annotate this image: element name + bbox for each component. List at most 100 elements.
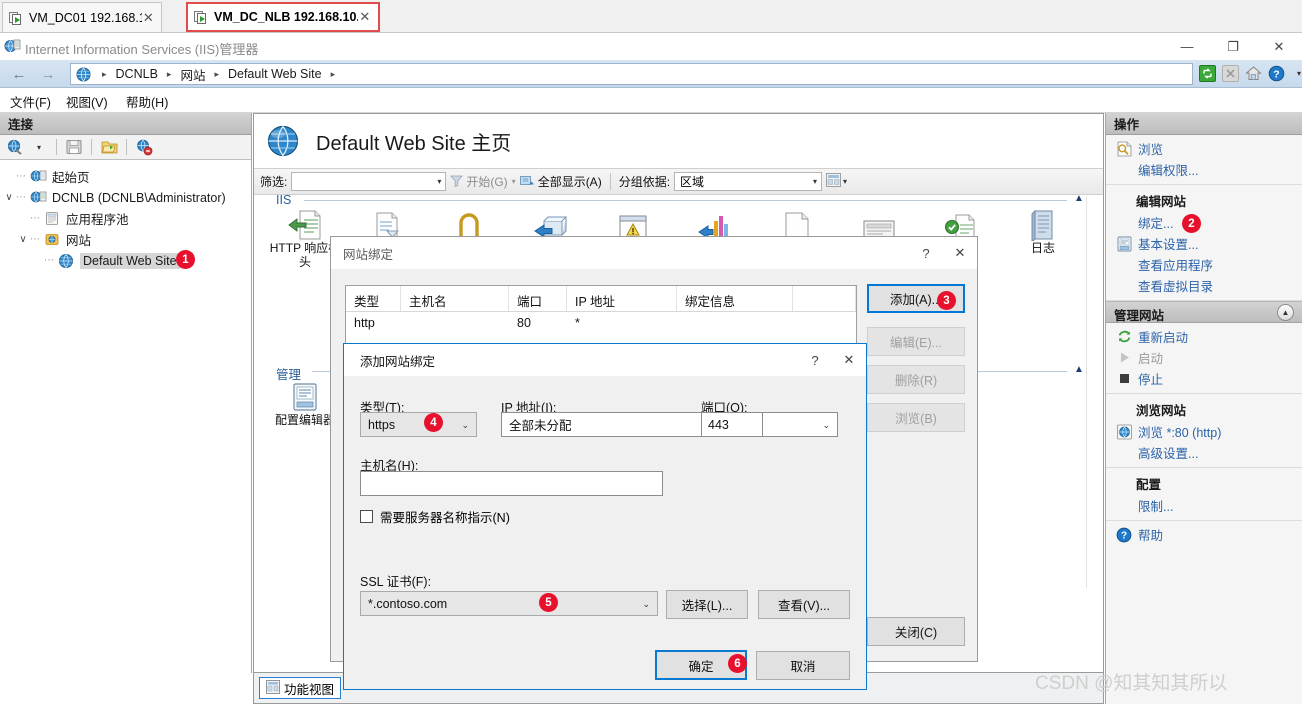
column-header-hostname[interactable]: 主机名 — [401, 286, 509, 311]
filter-input[interactable]: ▾ — [291, 172, 446, 191]
help-button[interactable]: ? — [798, 344, 832, 376]
tree-item-start-page[interactable]: ⋯ 起始页 — [0, 166, 251, 187]
action-browse-http[interactable]: 浏览 *:80 (http) — [1106, 421, 1302, 442]
view-certificate-button[interactable]: 查看(V)... — [758, 590, 850, 619]
close-icon[interactable]: ✕ — [358, 9, 372, 25]
view-mode-button[interactable]: ▾ — [826, 173, 847, 190]
action-label: 浏览 — [1138, 139, 1163, 158]
forward-button[interactable]: → — [33, 64, 63, 85]
collapse-group-management-icon[interactable]: ▲ — [1074, 364, 1084, 375]
actions-group-title: 浏览网站 — [1106, 397, 1302, 421]
ssl-certificate-select[interactable]: *.contoso.com ⌄ — [360, 591, 658, 616]
table-row[interactable]: http 80 * — [346, 312, 856, 336]
open-site-icon[interactable] — [98, 137, 120, 157]
back-button[interactable]: ← — [4, 64, 34, 85]
binding-type-select[interactable]: https ⌄ — [360, 412, 477, 437]
chevron-down-icon[interactable]: ∨ — [16, 234, 30, 245]
menu-view[interactable]: 视图(V) — [66, 92, 108, 111]
menu-file[interactable]: 文件(F) — [10, 92, 51, 111]
action-advanced-settings[interactable]: 高级设置... — [1106, 442, 1302, 463]
watermark: CSDN @知其知其所以 — [1035, 668, 1227, 695]
column-header-ip[interactable]: IP 地址 — [567, 286, 677, 311]
column-header-type[interactable]: 类型 — [346, 286, 401, 311]
window-close-button[interactable]: ✕ — [1256, 33, 1302, 60]
disconnect-icon[interactable] — [133, 137, 155, 157]
maximize-button[interactable]: ❐ — [1210, 33, 1256, 60]
actions-header: 操作 — [1106, 113, 1302, 135]
select-certificate-button[interactable]: 选择(L)... — [666, 590, 748, 619]
step-badge-3: 3 — [937, 291, 956, 310]
actions-group-manage-site: 重新启动 启动 停止 — [1106, 323, 1302, 394]
sni-checkbox-row[interactable]: 需要服务器名称指示(N) — [360, 507, 510, 526]
minimize-button[interactable]: — — [1164, 33, 1210, 60]
browse-icon — [1114, 140, 1134, 157]
tree-item-app-pools[interactable]: ⋯ 应用程序池 — [0, 208, 251, 229]
column-header-binding-info[interactable]: 绑定信息 — [677, 286, 793, 311]
chevron-down-icon[interactable]: ▾ — [512, 177, 516, 186]
column-header-port[interactable]: 端口 — [509, 286, 567, 311]
close-icon[interactable]: ✕ — [832, 344, 866, 376]
chevron-down-icon[interactable]: ▾ — [28, 137, 50, 157]
breadcrumb-item-sites[interactable]: 网站 — [178, 65, 207, 84]
help-icon[interactable]: ? — [1266, 63, 1286, 83]
chevron-down-icon[interactable]: ▾ — [437, 177, 441, 186]
cancel-button[interactable]: 取消 — [756, 651, 850, 680]
breadcrumb-item-site[interactable]: Default Web Site — [226, 67, 324, 81]
menu-help[interactable]: 帮助(H) — [126, 92, 168, 111]
site-bindings-dialog-titlebar-buttons: ? ✕ — [909, 237, 977, 269]
hostname-input[interactable] — [360, 471, 663, 496]
chevron-down-icon[interactable]: ▾ — [1289, 63, 1302, 83]
collapse-group-iis-icon[interactable]: ▲ — [1074, 195, 1084, 204]
chevron-down-icon[interactable]: ∨ — [2, 192, 16, 203]
connections-pane: 连接 ▾ ⋯ 起始页 ∨ ⋯ — [0, 113, 252, 704]
chevron-down-icon[interactable]: ▾ — [813, 177, 817, 186]
ip-address-select[interactable]: 全部未分配 ⌄ — [501, 412, 838, 437]
add-site-binding-titlebar-buttons: ? ✕ — [798, 344, 866, 376]
chevron-down-icon[interactable]: ⌄ — [461, 420, 469, 431]
home-icon[interactable] — [1243, 63, 1263, 83]
action-limits[interactable]: 限制... — [1106, 495, 1302, 516]
action-edit-permissions[interactable]: 编辑权限... — [1106, 159, 1302, 180]
step-badge-4: 4 — [424, 413, 443, 432]
vm-tab-2[interactable]: VM_DC_NLB 192.168.10.10 ✕ — [186, 2, 380, 32]
vm-tab-1[interactable]: VM_DC01 192.168.10.1 ✕ — [2, 2, 162, 32]
close-bindings-button[interactable]: 关闭(C) — [867, 617, 965, 646]
collapse-toggle-icon[interactable]: ▲ — [1277, 304, 1294, 321]
action-browse[interactable]: 浏览 — [1106, 138, 1302, 159]
help-button[interactable]: ? — [909, 237, 943, 269]
tree-item-label: 应用程序池 — [66, 209, 129, 228]
show-all-icon — [520, 174, 535, 190]
filter-go-button[interactable]: 开始(G) — [450, 173, 507, 190]
action-view-applications[interactable]: 查看应用程序 — [1106, 254, 1302, 275]
refresh-icon[interactable] — [1197, 63, 1217, 83]
chevron-down-icon[interactable]: ▾ — [843, 177, 847, 186]
ssl-certificate-value: *.contoso.com — [368, 597, 447, 611]
tree-item-sites[interactable]: ∨ ⋯ 网站 — [0, 229, 251, 250]
feature-logs[interactable]: 日志 — [1006, 207, 1080, 255]
action-label: 限制... — [1138, 496, 1173, 515]
chevron-down-icon[interactable]: ⌄ — [642, 599, 650, 610]
website-globe-icon — [58, 253, 76, 269]
tree-item-default-web-site[interactable]: ⋯ Default Web Site — [0, 250, 251, 271]
action-stop[interactable]: 停止 — [1106, 368, 1302, 389]
breadcrumb-item-server[interactable]: DCNLB — [114, 67, 160, 81]
action-bindings[interactable]: 绑定... — [1106, 212, 1302, 233]
group-by-select[interactable]: 区域 ▾ — [674, 172, 822, 191]
action-view-virtual-directories[interactable]: 查看虚拟目录 — [1106, 275, 1302, 296]
connect-icon[interactable] — [4, 137, 26, 157]
tab-features-view[interactable]: 功能视图 — [259, 677, 341, 699]
breadcrumb[interactable]: ▸ DCNLB ▸ 网站 ▸ Default Web Site ▸ — [70, 63, 1193, 85]
action-basic-settings[interactable]: 基本设置... — [1106, 233, 1302, 254]
action-help[interactable]: ? 帮助 — [1106, 524, 1302, 545]
close-icon[interactable]: ✕ — [943, 237, 977, 269]
show-all-button[interactable]: 全部显示(A) — [520, 173, 602, 190]
close-icon[interactable]: ✕ — [142, 10, 155, 26]
content-scrollbar[interactable] — [1086, 196, 1103, 588]
port-input[interactable]: 443 — [701, 412, 763, 437]
start-page-icon — [30, 169, 48, 185]
tree-item-server[interactable]: ∨ ⋯ DCNLB (DCNLB\Administrator) — [0, 187, 251, 208]
chevron-down-icon[interactable]: ⌄ — [822, 420, 830, 431]
sni-checkbox[interactable] — [360, 510, 373, 523]
action-restart[interactable]: 重新启动 — [1106, 326, 1302, 347]
filter-bar: 筛选: ▾ 开始(G) ▾ 全部显示(A) 分组依据: 区域 ▾ ▾ — [254, 168, 1103, 195]
